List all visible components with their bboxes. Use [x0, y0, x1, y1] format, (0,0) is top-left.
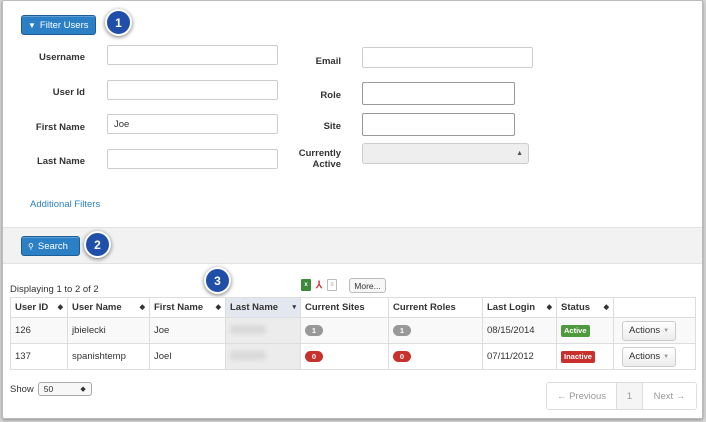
first-name-label: First Name	[35, 122, 85, 133]
pdf-export-icon[interactable]: ⅄	[314, 279, 324, 291]
cell-current-sites: 1	[300, 317, 389, 344]
table-header-row: User ID ◆ User Name ◆ First Name ◆ Last Nam…	[10, 297, 696, 318]
redacted-text	[230, 350, 266, 360]
page-1-button[interactable]: 1	[617, 383, 643, 409]
roles-count-badge: 0	[393, 351, 411, 362]
username-label: Username	[39, 52, 85, 63]
email-label: Email	[315, 56, 341, 67]
search-button[interactable]: ⚲ Search	[21, 236, 80, 256]
results-count: Displaying 1 to 2 of 2	[10, 284, 99, 295]
actions-button[interactable]: Actions ▼	[622, 346, 677, 367]
role-label: Role	[320, 90, 341, 101]
next-page-button[interactable]: Next →	[643, 383, 696, 409]
sort-icon: ◆	[546, 304, 552, 311]
cell-actions: Actions ▼	[613, 343, 696, 370]
show-label: Show	[10, 383, 34, 395]
callout-3: 3	[204, 267, 231, 294]
col-status[interactable]: Status ◆	[556, 297, 614, 318]
cell-current-sites: 0	[300, 343, 389, 370]
filter-users-panel: ▼ Filter Users 1 Username User Id First …	[2, 0, 703, 419]
callout-2: 2	[84, 231, 111, 258]
site-input[interactable]	[362, 113, 515, 136]
page-size-select[interactable]: 50 ◆	[37, 382, 92, 396]
caret-down-icon: ▼	[663, 353, 670, 360]
table-row: 137 spanishtemp Joel 0 0 07/11/2012 Inac…	[10, 343, 696, 370]
col-last-login[interactable]: Last Login ◆	[482, 297, 557, 318]
select-arrows-icon: ▲	[516, 150, 523, 157]
cell-actions: Actions ▼	[613, 317, 696, 344]
previous-page-button[interactable]: ← Previous	[547, 383, 617, 409]
col-current-sites: Current Sites	[300, 297, 389, 318]
currently-active-label: Currently Active	[283, 148, 341, 170]
filter-users-label: Filter Users	[39, 19, 89, 31]
cell-current-roles: 1	[388, 317, 483, 344]
currently-active-select[interactable]: ▲	[362, 143, 529, 164]
status-badge: Active	[561, 324, 590, 337]
cell-first-name: Joel	[149, 343, 226, 370]
role-input[interactable]	[362, 82, 515, 105]
sort-icon: ◆	[603, 304, 609, 311]
last-name-input[interactable]	[107, 149, 278, 169]
currently-active-label-line1: Currently	[298, 148, 341, 159]
cell-status: Inactive	[556, 343, 614, 370]
caret-down-icon: ▼	[663, 327, 670, 334]
col-last-name[interactable]: Last Name ▾	[225, 297, 301, 318]
cell-user-name: jbielecki	[67, 317, 150, 344]
cell-last-login: 08/15/2014	[482, 317, 557, 344]
table-row: 126 jbielecki Joe 1 1 08/15/2014 Active …	[10, 317, 696, 344]
sort-desc-icon: ▾	[292, 304, 296, 311]
sort-icon: ◆	[215, 304, 221, 311]
sort-icon: ◆	[139, 304, 145, 311]
more-export-button[interactable]: More...	[349, 278, 386, 293]
search-icon: ⚲	[28, 241, 34, 251]
col-first-name[interactable]: First Name ◆	[149, 297, 226, 318]
cell-last-login: 07/11/2012	[482, 343, 557, 370]
user-id-label: User Id	[52, 87, 85, 98]
col-current-roles: Current Roles	[388, 297, 483, 318]
funnel-icon: ▼	[28, 20, 36, 30]
excel-export-icon[interactable]: x	[301, 279, 311, 291]
sites-count-badge: 1	[305, 325, 323, 336]
cell-user-id: 126	[10, 317, 68, 344]
search-label: Search	[37, 240, 68, 252]
last-name-label: Last Name	[36, 156, 85, 167]
cell-last-name-redacted	[225, 343, 301, 370]
col-actions	[613, 297, 696, 318]
cell-user-name: spanishtemp	[67, 343, 150, 370]
cell-status: Active	[556, 317, 614, 344]
cell-last-name-redacted	[225, 317, 301, 344]
document-export-icon[interactable]: ≡	[327, 279, 337, 291]
redacted-text	[230, 324, 266, 334]
status-badge: Inactive	[561, 350, 595, 363]
export-icons: x ⅄ ≡	[301, 279, 337, 291]
callout-1: 1	[105, 9, 132, 36]
page-size-control: Show 50 ◆	[10, 382, 92, 396]
username-input[interactable]	[107, 45, 278, 65]
cell-user-id: 137	[10, 343, 68, 370]
sort-icon: ◆	[57, 304, 63, 311]
col-user-name[interactable]: User Name ◆	[67, 297, 150, 318]
roles-count-badge: 1	[393, 325, 411, 336]
user-id-input[interactable]	[107, 80, 278, 100]
actions-button[interactable]: Actions ▼	[622, 320, 677, 341]
currently-active-label-line2: Active	[312, 159, 341, 170]
site-label: Site	[323, 121, 341, 132]
select-arrows-icon: ◆	[80, 386, 86, 393]
cell-current-roles: 0	[388, 343, 483, 370]
col-user-id[interactable]: User ID ◆	[10, 297, 68, 318]
email-input[interactable]	[362, 47, 533, 68]
filter-users-button[interactable]: ▼ Filter Users	[21, 15, 96, 35]
users-table: User ID ◆ User Name ◆ First Name ◆ Last Nam…	[10, 297, 696, 370]
cell-first-name: Joe	[149, 317, 226, 344]
additional-filters-link[interactable]: Additional Filters	[30, 199, 100, 210]
pagination: ← Previous 1 Next →	[546, 382, 697, 410]
first-name-input[interactable]: Joe	[107, 114, 278, 134]
sites-count-badge: 0	[305, 351, 323, 362]
